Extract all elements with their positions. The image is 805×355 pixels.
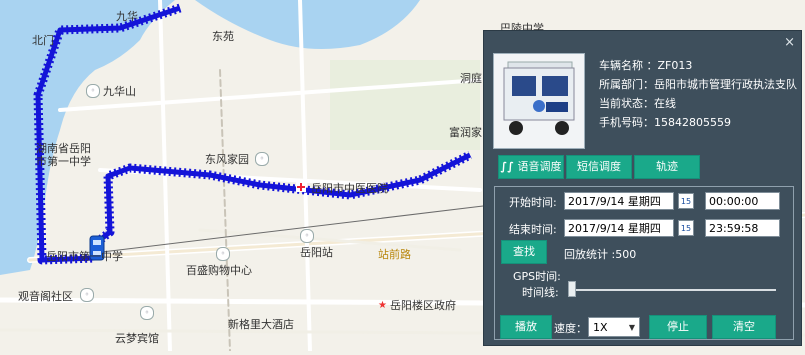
railway — [219, 69, 231, 352]
vehicle-name: 车辆名称 ：ZF013 — [599, 59, 693, 72]
government-icon: ★ — [378, 300, 387, 311]
start-date-field[interactable]: 2017/9/14 星期四 — [564, 192, 674, 210]
poi-icon: ◦ — [300, 229, 314, 243]
map-label-dongyuan: 东苑 — [212, 30, 234, 43]
playback-stat: 回放统计 :500 — [564, 248, 637, 261]
poi-icon: ◦ — [255, 152, 269, 166]
map-label-fuqiang: 富润家 — [449, 126, 482, 139]
voice-dispatch-label: 语音调度 — [517, 160, 562, 173]
vehicle-department: 所属部门：岳阳市城市管理行政执法支队 — [599, 78, 797, 91]
sms-dispatch-button[interactable]: 短信调度 — [566, 155, 632, 179]
timeline-slider[interactable] — [568, 289, 776, 291]
poi-icon: ◦ — [216, 247, 230, 261]
poi-icon: ◦ — [140, 306, 154, 320]
vehicle-info-panel: × 车辆名称 ：ZF013 所属部门：岳阳市城市管理行政执法支队 当前状态：在线… — [483, 30, 802, 346]
map-label-dongfeng: 东风家园 — [205, 153, 249, 166]
map-label-school: 岳阳市第一中学 — [46, 250, 123, 263]
poi-icon: ◦ — [80, 288, 94, 302]
map-label-gov: 岳阳楼区政府 — [390, 299, 456, 312]
map-label-jiuhua: 九华山 — [103, 85, 136, 98]
speed-label: 速度： — [554, 322, 587, 335]
map-label-zhanqian-road: 站前路 — [378, 248, 411, 261]
gps-time-label: GPS时间: — [513, 270, 561, 283]
map-label-yueyang-station: 岳阳站 — [300, 246, 333, 259]
search-button[interactable]: 查找 — [501, 240, 547, 264]
close-icon[interactable]: × — [784, 35, 795, 50]
map-label-dongting: 洞庭 — [460, 72, 482, 85]
start-time-field[interactable]: 00:00:00 — [705, 192, 780, 210]
map-label-guanyinge: 观音阁社区 — [18, 290, 73, 303]
lake-water — [0, 0, 175, 275]
play-button[interactable]: 播放 — [500, 315, 552, 339]
calendar-icon[interactable]: 15 — [678, 193, 694, 209]
clear-button[interactable]: 清空 — [712, 315, 776, 339]
end-time-field[interactable]: 23:59:58 — [705, 219, 780, 237]
map-label-baisheng: 百盛购物中心 — [186, 264, 252, 277]
vehicle-phone: 手机号码：15842805559 — [599, 116, 731, 129]
start-time-label: 开始时间: — [509, 196, 557, 209]
end-date-field[interactable]: 2017/9/14 星期四 — [564, 219, 674, 237]
calendar-icon[interactable]: 15 — [678, 220, 694, 236]
voice-icon: ∫∫ — [500, 160, 514, 173]
stop-button[interactable]: 停止 — [649, 315, 707, 339]
vehicle-photo — [493, 53, 585, 149]
end-time-label: 结束时间: — [509, 223, 557, 236]
road — [298, 0, 312, 353]
map-label-tcm-hospital: 岳阳市中医医院 — [311, 182, 388, 195]
vehicle-status: 当前状态：在线 — [599, 97, 676, 110]
chevron-down-icon: ▼ — [628, 323, 635, 332]
hospital-icon — [296, 182, 306, 192]
vehicle-image — [494, 54, 584, 148]
track-button[interactable]: 轨迹 — [634, 155, 700, 179]
map-label-hunan-school2: 市第一中学 — [36, 155, 91, 168]
timeline-slider-thumb[interactable] — [568, 281, 576, 297]
map-label-north-gate: 北门 — [32, 34, 54, 47]
speed-select[interactable]: 1X ▼ — [588, 317, 640, 337]
poi-icon: ◦ — [86, 84, 100, 98]
map-label-yunmeng: 云梦宾馆 — [115, 332, 159, 345]
speed-value: 1X — [593, 321, 608, 334]
voice-dispatch-button[interactable]: ∫∫ 语音调度 — [498, 155, 564, 179]
map-label-top: 九华 — [116, 10, 138, 23]
map-label-xingeli: 新格里大酒店 — [228, 318, 294, 331]
timeline-label: 时间线: — [522, 286, 559, 299]
